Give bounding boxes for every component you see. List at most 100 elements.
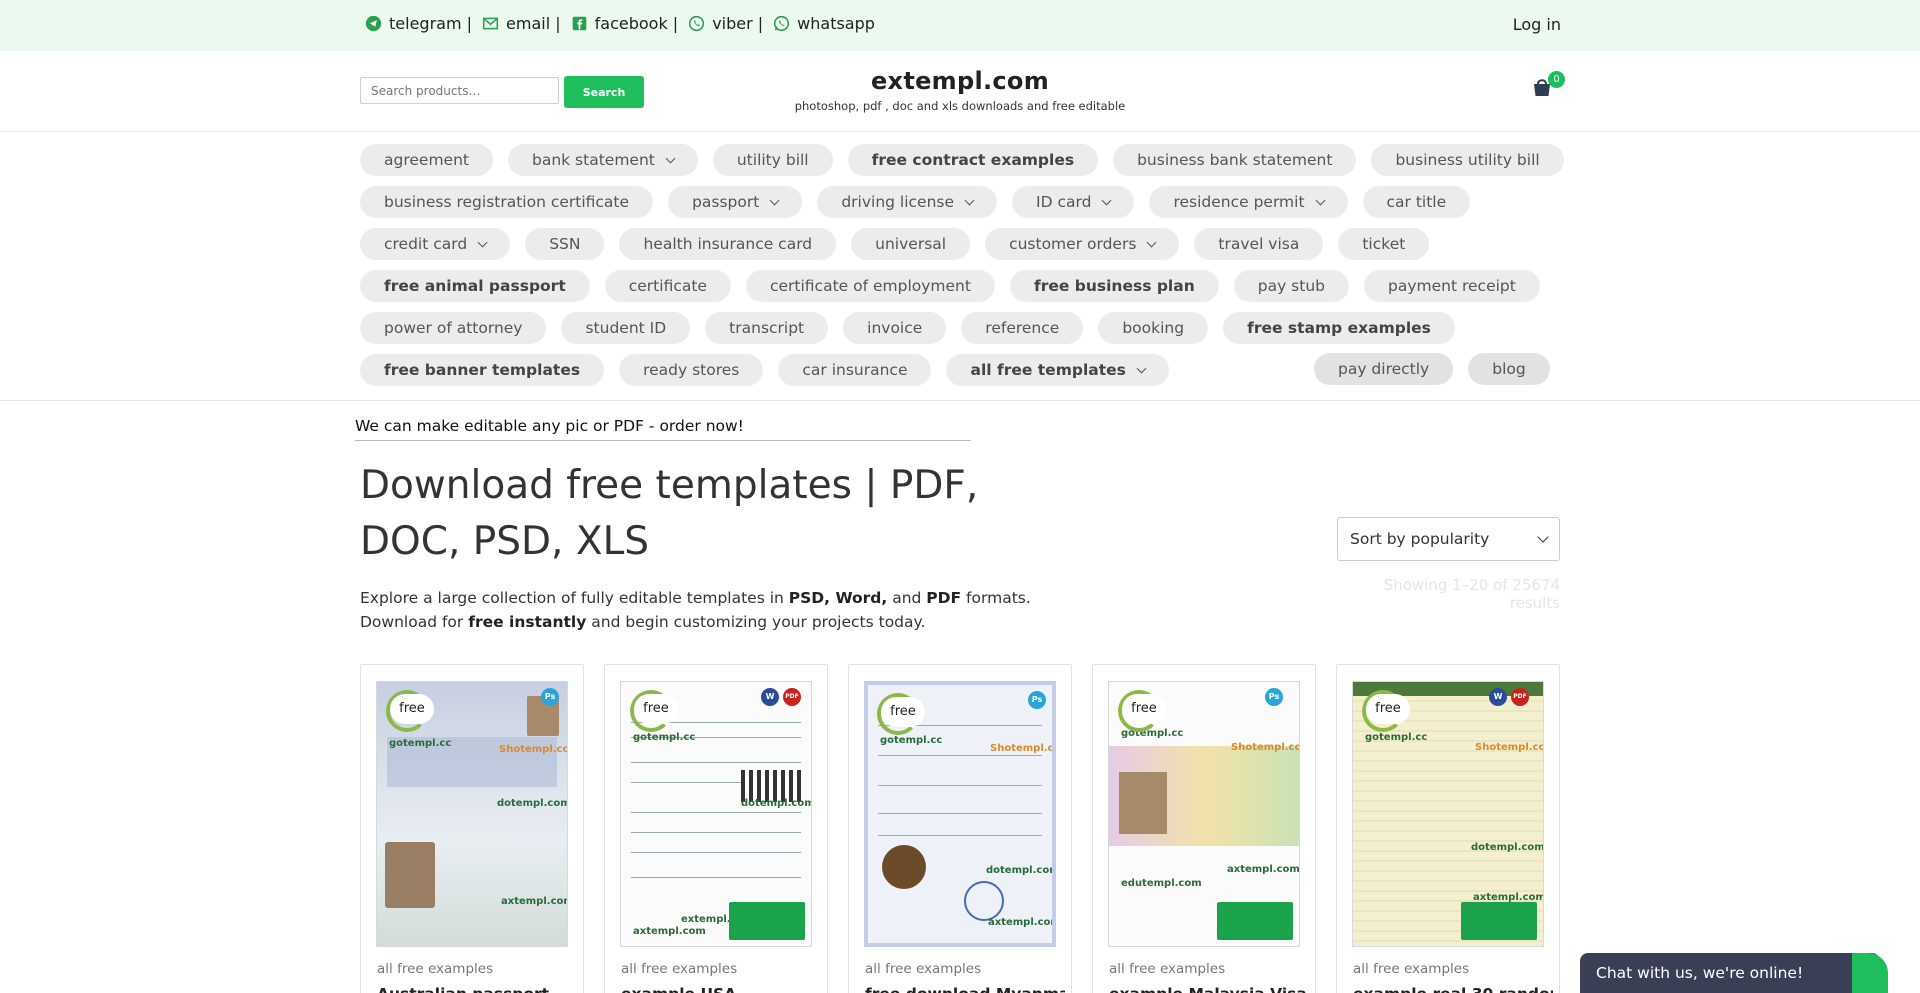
nav-tag-blog[interactable]: blog: [1468, 353, 1550, 385]
nav-tag-ready-stores[interactable]: ready stores: [619, 354, 764, 386]
nav-tag-power-of-attorney[interactable]: power of attorney: [360, 312, 547, 344]
product-thumbnail[interactable]: gotempl.cc Shotempl.cc dotempl.com axtem…: [376, 681, 568, 947]
product-category[interactable]: all free examples: [865, 961, 981, 977]
nav-tag-all-free-templates[interactable]: all free templates: [946, 354, 1169, 386]
nav-tag-health-insurance-card[interactable]: health insurance card: [619, 228, 837, 260]
nav-tag-travel-visa[interactable]: travel visa: [1194, 228, 1324, 260]
nav-tag-reference[interactable]: reference: [961, 312, 1084, 344]
nav-tag-student-id[interactable]: student ID: [561, 312, 691, 344]
nav-tag-universal[interactable]: universal: [851, 228, 971, 260]
top-bar: telegram | email | facebook | viber | wh…: [0, 0, 1920, 51]
word-format-icon: W: [1489, 688, 1507, 706]
promo-block: [729, 902, 805, 940]
nav-tag-ticket[interactable]: ticket: [1338, 228, 1430, 260]
product-thumbnail[interactable]: gotempl.cc dotempl.com extempl.cc axtemp…: [620, 681, 812, 947]
sort-select[interactable]: Sort by popularity: [1337, 517, 1560, 561]
contact-label: email |: [506, 14, 561, 33]
chevron-down-icon: [1101, 195, 1112, 205]
watermark-text: Shotempl.cc: [990, 743, 1056, 754]
nav-tag-invoice[interactable]: invoice: [843, 312, 947, 344]
nav-tag-free-stamp-examples[interactable]: free stamp examples: [1223, 312, 1455, 344]
nav-tag-id-card[interactable]: ID card: [1012, 186, 1135, 218]
nav-row: agreement bank statement utility bill fr…: [360, 144, 1579, 176]
result-count: Showing 1–20 of 25674 results: [1383, 576, 1560, 612]
product-card[interactable]: gotempl.cc Shotempl.cc edutempl.com axte…: [1092, 664, 1316, 993]
contact-email[interactable]: email |: [482, 14, 561, 33]
nav-tag-credit-card[interactable]: credit card: [360, 228, 511, 260]
product-category[interactable]: all free examples: [377, 961, 493, 977]
free-badge: free: [1122, 694, 1166, 724]
nav-tag-car-insurance[interactable]: car insurance: [778, 354, 932, 386]
nav-row: credit card SSN health insurance card un…: [360, 228, 1444, 260]
nav-tag-business-bank-statement[interactable]: business bank statement: [1113, 144, 1357, 176]
nav-tag-pay-directly[interactable]: pay directly: [1314, 353, 1454, 385]
contact-facebook[interactable]: facebook |: [571, 14, 678, 33]
watermark-text: edutempl.com: [1121, 878, 1202, 889]
nav-tag-bank-statement[interactable]: bank statement: [507, 144, 698, 176]
nav-tag-business-utility-bill[interactable]: business utility bill: [1371, 144, 1564, 176]
nav-tag-car-title[interactable]: car title: [1362, 186, 1471, 218]
product-category[interactable]: all free examples: [621, 961, 737, 977]
watermark-text: dotempl.com: [1471, 842, 1544, 853]
product-title[interactable]: free download Myanma: [865, 985, 1065, 993]
login-link[interactable]: Log in: [1513, 15, 1561, 34]
watermark-text: gotempl.cc: [633, 732, 696, 743]
email-icon: [482, 17, 499, 30]
nav-tag-free-contract-examples[interactable]: free contract examples: [847, 144, 1099, 176]
nav-tag-pay-stub[interactable]: pay stub: [1233, 270, 1349, 302]
product-category[interactable]: all free examples: [1109, 961, 1225, 977]
nav-tag-free-business-plan[interactable]: free business plan: [1009, 270, 1219, 302]
chat-widget[interactable]: Chat with us, we're online!: [1580, 953, 1880, 993]
product-title[interactable]: example USA: [621, 985, 821, 993]
watermark-text: dotempl.com: [741, 798, 812, 809]
order-editable-link[interactable]: We can make editable any pic or PDF - or…: [355, 417, 971, 441]
nav-tag-transcript[interactable]: transcript: [705, 312, 829, 344]
nav-tag-payment-receipt[interactable]: payment receipt: [1364, 270, 1540, 302]
product-category[interactable]: all free examples: [1353, 961, 1469, 977]
nav-tag-free-animal-passport[interactable]: free animal passport: [360, 270, 590, 302]
contact-telegram[interactable]: telegram |: [365, 14, 472, 33]
nav-tag-business-registration-certificate[interactable]: business registration certificate: [360, 186, 654, 218]
nav-tag-customer-orders[interactable]: customer orders: [985, 228, 1180, 260]
nav-row-right: pay directly blog: [1314, 353, 1565, 385]
product-card[interactable]: gotempl.cc Shotempl.cc dotempl.com axtem…: [1336, 664, 1560, 993]
photoshop-format-icon: Ps: [1028, 691, 1046, 709]
product-title[interactable]: example Malaysia Visa: [1109, 985, 1309, 993]
product-card[interactable]: gotempl.cc Shotempl.cc dotempl.com axtem…: [360, 664, 584, 993]
product-card[interactable]: gotempl.cc Shotempl.cc dotempl.com axtem…: [848, 664, 1072, 993]
nav-tag-ssn[interactable]: SSN: [525, 228, 605, 260]
product-thumbnail[interactable]: gotempl.cc Shotempl.cc dotempl.com axtem…: [1352, 681, 1544, 947]
nav-tag-certificate-of-employment[interactable]: certificate of employment: [745, 270, 995, 302]
nav-tag-residence-permit[interactable]: residence permit: [1149, 186, 1348, 218]
product-thumbnail[interactable]: gotempl.cc Shotempl.cc edutempl.com axte…: [1108, 681, 1300, 947]
promo-block: [1217, 902, 1293, 940]
nav-tag-agreement[interactable]: agreement: [360, 144, 493, 176]
intro-text: Explore a large collection of fully edit…: [360, 589, 1031, 631]
contact-links: telegram | email | facebook | viber | wh…: [365, 14, 885, 33]
chat-widget-accent[interactable]: [1852, 953, 1888, 993]
product-card[interactable]: gotempl.cc dotempl.com extempl.cc axtemp…: [604, 664, 828, 993]
product-thumbnail[interactable]: gotempl.cc Shotempl.cc dotempl.com axtem…: [864, 681, 1056, 947]
nav-tag-utility-bill[interactable]: utility bill: [712, 144, 833, 176]
word-format-icon: W: [761, 688, 779, 706]
watermark-text: axtempl.com: [1227, 864, 1300, 875]
contact-whatsapp[interactable]: whatsapp: [773, 14, 875, 33]
nav-tag-booking[interactable]: booking: [1098, 312, 1209, 344]
watermark-text: axtempl.com: [633, 926, 706, 937]
product-title[interactable]: example real 30 random: [1353, 985, 1553, 993]
site-logo-title[interactable]: extempl.com: [760, 67, 1160, 95]
nav-row: free animal passport certificate certifi…: [360, 270, 1555, 302]
contact-viber[interactable]: viber |: [688, 14, 763, 33]
nav-tag-passport[interactable]: passport: [668, 186, 803, 218]
product-title[interactable]: Australian passport: [377, 985, 577, 993]
nav-tag-certificate[interactable]: certificate: [604, 270, 731, 302]
search-button[interactable]: Search: [564, 76, 644, 108]
free-badge: free: [634, 694, 678, 724]
nav-tag-driving-license[interactable]: driving license: [817, 186, 998, 218]
free-badge: free: [881, 697, 925, 727]
contact-label: whatsapp: [797, 14, 875, 33]
search-input[interactable]: [360, 77, 559, 104]
chevron-down-icon: [665, 153, 676, 163]
free-badge: free: [390, 694, 434, 724]
nav-tag-free-banner-templates[interactable]: free banner templates: [360, 354, 605, 386]
